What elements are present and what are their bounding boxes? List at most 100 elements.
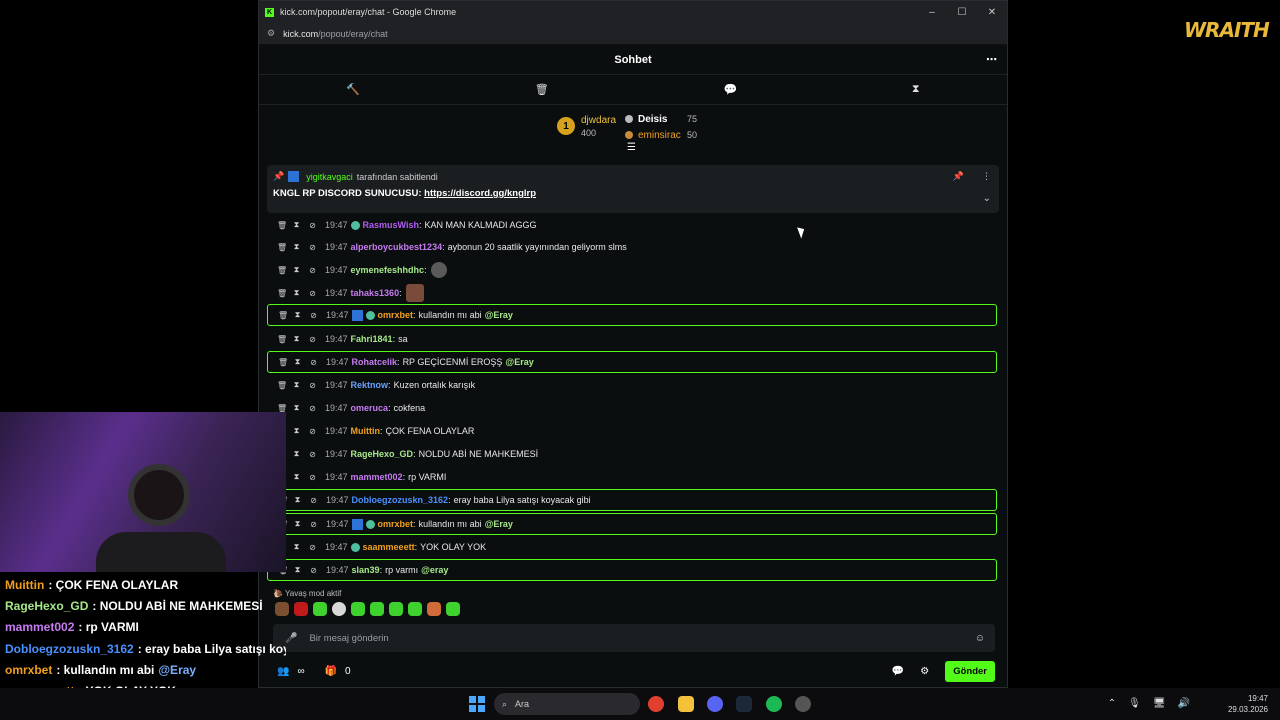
- microphone-icon[interactable]: 🎤: [285, 633, 297, 644]
- message-username[interactable]: RageHexo_GD: [351, 449, 414, 459]
- delete-icon[interactable]: 🗑: [278, 311, 288, 320]
- ban-icon[interactable]: ⊘: [309, 289, 316, 298]
- message-username[interactable]: Muittin: [351, 426, 381, 436]
- message-mention[interactable]: @Eray: [505, 357, 533, 367]
- timeout-icon[interactable]: ⧗: [294, 310, 301, 320]
- chat-message[interactable]: 🗑⧗⊘19:47Dobloegzozuskn_3162:eray baba Li…: [267, 489, 997, 511]
- chat-message[interactable]: 🗑 ⧗ ⊘ 19:47 RasmusWish: KAN MAN KALMADI AGGG: [267, 214, 997, 236]
- chat-message[interactable]: 🗑⧗⊘19:47Muittin:ÇOK FENA OLAYLAR: [267, 420, 997, 442]
- timeout-icon[interactable]: ⧗: [293, 426, 300, 436]
- delete-icon[interactable]: 🗑: [278, 358, 288, 367]
- chat-settings-bubble-icon[interactable]: 💬: [892, 666, 904, 677]
- message-username[interactable]: Dobloegzozuskn_3162: [352, 495, 449, 505]
- delete-icon[interactable]: 🗑: [277, 243, 287, 252]
- pinned-message[interactable]: 📌 yigitkavgaci tarafından sabitlendi KNG…: [267, 165, 999, 213]
- message-mention[interactable]: @Eray: [485, 310, 513, 320]
- delete-icon[interactable]: 🗑: [277, 381, 287, 390]
- trash-icon[interactable]: 🗑: [535, 83, 549, 96]
- emote-icon[interactable]: [408, 602, 422, 616]
- message-input[interactable]: 🎤 Bir mesaj gönderin ☺: [273, 624, 995, 652]
- ban-icon[interactable]: ⊘: [309, 335, 316, 344]
- timeout-icon[interactable]: ⧗: [293, 380, 300, 390]
- timeout-icon[interactable]: ⧗: [293, 449, 300, 459]
- ban-icon[interactable]: ⊘: [309, 243, 316, 252]
- ban-icon[interactable]: ⊘: [309, 381, 316, 390]
- chat-message[interactable]: 🗑⧗⊘19:47mammet002:rp VARMI: [267, 466, 997, 488]
- minimize-icon[interactable]: –: [917, 7, 947, 18]
- chevron-down-icon[interactable]: ⌄: [983, 193, 991, 204]
- discord-icon[interactable]: [707, 696, 723, 712]
- timeout-icon[interactable]: ⧗: [294, 357, 301, 367]
- emote-icon[interactable]: [294, 602, 308, 616]
- leader-third[interactable]: eminsirac 50: [625, 130, 697, 141]
- message-username[interactable]: RasmusWish: [363, 220, 419, 230]
- windows-start-icon[interactable]: [469, 696, 485, 712]
- ban-icon[interactable]: ⊘: [309, 427, 316, 436]
- timeout-icon[interactable]: ⧗: [293, 334, 300, 344]
- message-username[interactable]: slan39: [352, 565, 380, 575]
- delete-icon[interactable]: 🗑: [277, 335, 287, 344]
- ban-icon[interactable]: ⊘: [309, 543, 316, 552]
- file-explorer-icon[interactable]: [678, 696, 694, 712]
- send-button[interactable]: Gönder: [945, 660, 995, 682]
- leader-first-name[interactable]: djwdara: [581, 115, 616, 126]
- message-username[interactable]: omrxbet: [378, 310, 414, 320]
- address-bar[interactable]: ⚙ kick.com/popout/eray/chat: [259, 23, 1007, 45]
- emote-icon[interactable]: [446, 602, 460, 616]
- emote-icon[interactable]: [427, 602, 441, 616]
- ban-icon[interactable]: ⊘: [310, 311, 317, 320]
- timeout-icon[interactable]: ⧗: [293, 472, 300, 482]
- timeout-icon[interactable]: ⧗: [293, 265, 300, 275]
- app-icon[interactable]: [795, 696, 811, 712]
- leader-second[interactable]: Deisis 75: [625, 114, 697, 125]
- chat-message[interactable]: 🗑 ⧗ ⊘ 19:47 Rohatcelik: RP GEÇİCENMİ EROŞŞ @Er…: [267, 351, 997, 373]
- site-settings-icon[interactable]: ⚙: [267, 28, 275, 39]
- ban-icon[interactable]: ⊘: [309, 221, 316, 230]
- chat-message[interactable]: 🗑 ⧗ ⊘ 19:47 tahaks1360:: [267, 282, 997, 304]
- message-username[interactable]: Rohatcelik: [352, 357, 398, 367]
- close-icon[interactable]: ✕: [977, 7, 1007, 18]
- filter-icon[interactable]: ☰: [627, 142, 636, 153]
- ban-icon[interactable]: ⊘: [310, 358, 317, 367]
- chat-message[interactable]: 🗑 ⧗ ⊘ 19:47 omeruca: cokfena: [267, 397, 997, 419]
- timeout-icon[interactable]: ⧗: [293, 403, 300, 413]
- timeout-icon[interactable]: ⧗: [293, 542, 300, 552]
- delete-icon[interactable]: 🗑: [277, 289, 287, 298]
- chat-message[interactable]: 🗑⧗⊘19:47omrxbet:kullandın mı abi@Eray: [267, 513, 997, 535]
- chat-message[interactable]: 🗑 ⧗ ⊘ 19:47 Rektnow: Kuzen ortalık karışık: [267, 374, 997, 396]
- chevron-up-icon[interactable]: ⌃: [1108, 698, 1116, 709]
- message-username[interactable]: saammeeett: [363, 542, 415, 552]
- message-mention[interactable]: @eray: [421, 565, 448, 575]
- message-username[interactable]: eymenefeshhdhc: [351, 265, 425, 275]
- hourglass-icon[interactable]: ⧗: [912, 83, 920, 96]
- clock[interactable]: 19:47 29.03.2026: [1228, 693, 1268, 715]
- timeout-icon[interactable]: ⧗: [293, 220, 300, 230]
- timeout-icon[interactable]: ⧗: [294, 519, 301, 529]
- message-username[interactable]: alperboycukbest1234: [351, 242, 443, 252]
- message-username[interactable]: mammet002: [351, 472, 403, 482]
- chat-message[interactable]: 🗑⧗⊘19:47slan39:rp varmı@eray: [267, 559, 997, 581]
- emote-icon[interactable]: [370, 602, 384, 616]
- message-username[interactable]: Rektnow: [351, 380, 389, 390]
- pinned-more-icon[interactable]: ⋮: [982, 171, 991, 182]
- ban-icon[interactable]: ⊘: [309, 450, 316, 459]
- gear-icon[interactable]: ⚙: [920, 666, 929, 677]
- ban-icon[interactable]: ⊘: [309, 473, 316, 482]
- taskbar-search[interactable]: ⌕ Ara: [494, 693, 640, 715]
- ban-icon[interactable]: ⊘: [309, 404, 316, 413]
- ban-icon[interactable]: ⊘: [310, 566, 317, 575]
- microphone-tray-icon[interactable]: 🎙: [1128, 698, 1141, 709]
- chat-message[interactable]: 🗑⧗⊘19:47saammeeett:YOK OLAY YOK: [267, 536, 997, 558]
- message-username[interactable]: omrxbet: [378, 519, 414, 529]
- ban-icon[interactable]: ⊘: [310, 496, 317, 505]
- delete-icon[interactable]: 🗑: [277, 266, 287, 275]
- chrome-icon[interactable]: [648, 696, 664, 712]
- timeout-icon[interactable]: ⧗: [293, 288, 300, 298]
- chat-message[interactable]: 🗑⧗⊘19:47RageHexo_GD:NOLDU ABİ NE MAHKEME…: [267, 443, 997, 465]
- timeout-icon[interactable]: ⧗: [294, 495, 301, 505]
- message-username[interactable]: omeruca: [351, 403, 389, 413]
- gift-icon[interactable]: 🎁: [325, 666, 337, 677]
- delete-icon[interactable]: 🗑: [277, 221, 287, 230]
- emote-icon[interactable]: [389, 602, 403, 616]
- ban-icon[interactable]: ⊘: [310, 520, 317, 529]
